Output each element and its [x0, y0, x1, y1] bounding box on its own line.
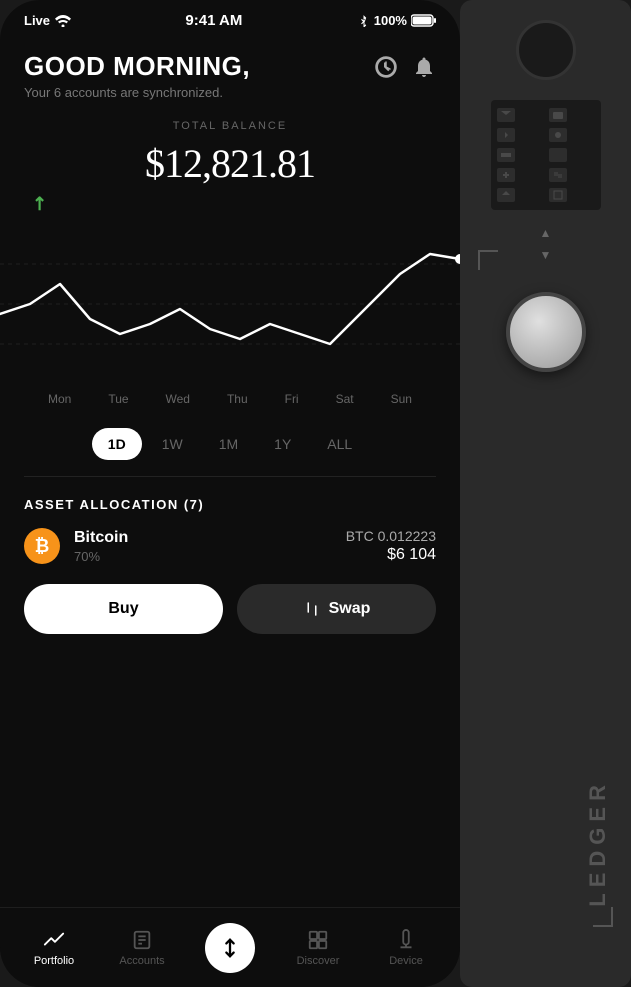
- filter-1d[interactable]: 1D: [92, 428, 142, 460]
- greeting-subtitle: Your 6 accounts are synchronized.: [24, 85, 250, 100]
- chart-svg: [0, 224, 460, 384]
- phone-frame: Live 9:41 AM 100% GOOD MORNING,: [0, 0, 460, 987]
- device-pixel-10: [549, 188, 567, 202]
- device-pixel-7: [497, 168, 515, 182]
- device-corner-tl: [478, 250, 498, 270]
- carrier-label: Live: [24, 13, 50, 28]
- accounts-nav-label: Accounts: [119, 955, 164, 967]
- portfolio-icon[interactable]: [374, 55, 398, 79]
- greeting-block: GOOD MORNING, Your 6 accounts are synchr…: [24, 51, 250, 100]
- balance-label: TOTAL BALANCE: [24, 120, 436, 132]
- asset-allocation-title: ASSET ALLOCATION (7): [24, 497, 436, 512]
- device-main-button[interactable]: [506, 292, 586, 372]
- ledger-device: ▲ ▼ LEDGER: [460, 0, 631, 987]
- filter-1w[interactable]: 1W: [146, 428, 199, 460]
- discover-nav-icon: [307, 929, 329, 951]
- day-mon: Mon: [48, 392, 71, 406]
- chart-day-labels: Mon Tue Wed Thu Fri Sat Sun: [24, 384, 436, 414]
- device-corner-br: [593, 907, 613, 927]
- device-nav-icon: [395, 929, 417, 951]
- buy-button[interactable]: Buy: [24, 584, 223, 634]
- accounts-nav-icon: [131, 929, 153, 951]
- device-screen: [491, 100, 601, 210]
- device-pixel-8: [549, 168, 567, 182]
- status-bar: Live 9:41 AM 100%: [0, 0, 460, 35]
- day-sat: Sat: [336, 392, 354, 406]
- portfolio-nav-label: Portfolio: [34, 955, 74, 967]
- device-pixel-3: [497, 128, 515, 142]
- portfolio-nav-icon: [43, 929, 65, 951]
- device-nav-arrows: ▲ ▼: [540, 226, 552, 262]
- bottom-nav: Portfolio Accounts: [0, 907, 460, 987]
- bitcoin-percentage: 70%: [74, 549, 346, 564]
- swap-icon: [303, 600, 321, 618]
- day-tue: Tue: [108, 392, 128, 406]
- device-brand-label: LEDGER: [585, 779, 611, 907]
- device-pixel-2: [549, 108, 567, 122]
- nav-device[interactable]: Device: [362, 929, 450, 967]
- action-buttons: Buy Swap: [24, 584, 436, 634]
- nav-accounts[interactable]: Accounts: [98, 929, 186, 967]
- asset-bitcoin-value: BTC 0.012223 $6 104: [346, 528, 436, 564]
- price-chart: [0, 224, 460, 384]
- status-right: 100%: [357, 13, 436, 28]
- swap-button[interactable]: Swap: [237, 584, 436, 634]
- device-top-button: [516, 20, 576, 80]
- asset-bitcoin[interactable]: ₿ Bitcoin 70% BTC 0.012223 $6 104: [24, 528, 436, 564]
- balance-trend-arrow: ↗: [27, 191, 53, 217]
- device-pixel-6: [549, 148, 567, 162]
- bitcoin-name: Bitcoin: [74, 529, 346, 547]
- device-pixel-5: [497, 148, 515, 162]
- device-nav-label: Device: [389, 955, 423, 967]
- bitcoin-usd-amount: $6 104: [346, 546, 436, 564]
- battery-icon: [411, 14, 436, 27]
- section-divider: [24, 476, 436, 477]
- device-up-arrow: ▲: [540, 226, 552, 240]
- device-down-arrow: ▼: [540, 248, 552, 262]
- wifi-icon: [55, 15, 71, 27]
- asset-bitcoin-info: Bitcoin 70%: [74, 529, 346, 564]
- header-section: GOOD MORNING, Your 6 accounts are synchr…: [24, 51, 436, 100]
- transfer-icon: [219, 937, 241, 959]
- nav-discover[interactable]: Discover: [274, 929, 362, 967]
- bluetooth-icon: [357, 14, 370, 27]
- device-pixel-4: [549, 128, 567, 142]
- day-wed: Wed: [166, 392, 190, 406]
- swap-label: Swap: [329, 600, 371, 618]
- bell-icon[interactable]: [412, 55, 436, 79]
- nav-transfer-center[interactable]: [186, 923, 274, 973]
- time-filter-group: 1D 1W 1M 1Y ALL: [24, 428, 436, 460]
- status-left: Live: [24, 13, 71, 28]
- balance-amount: $12,821.81: [24, 140, 436, 187]
- nav-portfolio[interactable]: Portfolio: [10, 929, 98, 967]
- filter-all[interactable]: ALL: [311, 428, 368, 460]
- day-thu: Thu: [227, 392, 248, 406]
- header-icons: [374, 51, 436, 79]
- discover-nav-label: Discover: [297, 955, 340, 967]
- status-time: 9:41 AM: [185, 12, 242, 29]
- balance-section: TOTAL BALANCE $12,821.81 ↗: [24, 120, 436, 214]
- greeting-title: GOOD MORNING,: [24, 51, 250, 82]
- filter-1m[interactable]: 1M: [203, 428, 254, 460]
- day-sun: Sun: [391, 392, 412, 406]
- main-content: GOOD MORNING, Your 6 accounts are synchr…: [0, 35, 460, 902]
- bitcoin-crypto-amount: BTC 0.012223: [346, 528, 436, 544]
- day-fri: Fri: [285, 392, 299, 406]
- transfer-center-button[interactable]: [205, 923, 255, 973]
- battery-label: 100%: [374, 13, 407, 28]
- bitcoin-icon: ₿: [24, 528, 60, 564]
- device-pixel-1: [497, 108, 515, 122]
- filter-1y[interactable]: 1Y: [258, 428, 307, 460]
- device-pixel-9: [497, 188, 515, 202]
